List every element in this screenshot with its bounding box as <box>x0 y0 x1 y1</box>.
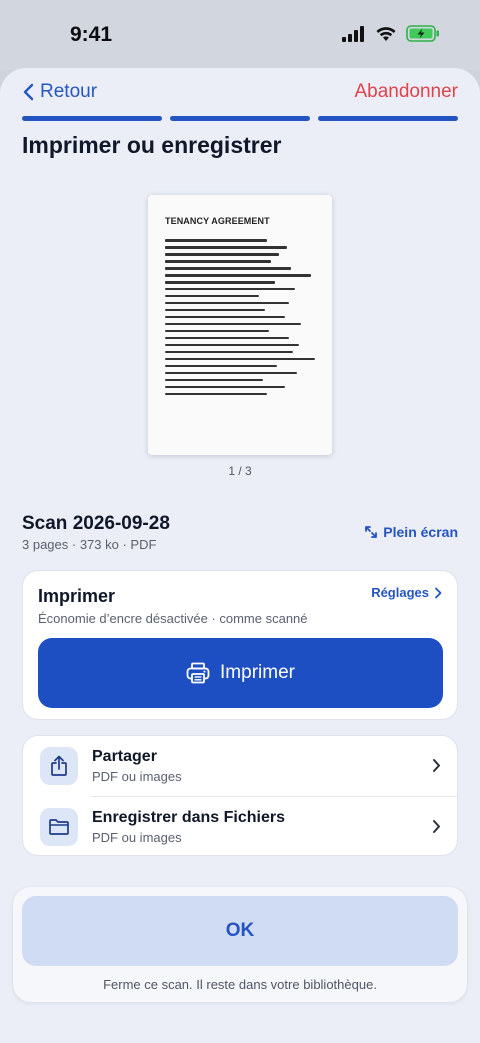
share-icon <box>51 755 67 776</box>
signal-icon <box>342 25 364 42</box>
bottom-hint: Ferme ce scan. Il reste dans votre bibli… <box>103 977 377 992</box>
print-button-label: Imprimer <box>220 662 295 683</box>
share-icon-tile <box>40 747 78 785</box>
print-subtitle: Économie d’encre désactivée · comme scan… <box>38 611 308 626</box>
printer-icon <box>186 662 210 684</box>
expand-icon <box>365 526 378 538</box>
fullscreen-label: Plein écran <box>383 524 458 540</box>
back-label: Retour <box>40 81 98 102</box>
fullscreen-button[interactable]: Plein écran <box>364 524 458 540</box>
battery-charging-icon <box>406 25 439 42</box>
chevron-right-icon <box>435 587 442 598</box>
progress-step-3 <box>318 116 458 121</box>
share-row[interactable]: Partager PDF ou images <box>23 736 457 796</box>
modal-sheet: Retour Abandonner Imprimer ou enregistre… <box>0 68 480 1043</box>
document-heading: TENANCY AGREEMENT <box>165 216 270 226</box>
settings-link[interactable]: Réglages <box>371 585 442 600</box>
save-to-files-row[interactable]: Enregistrer dans Fichiers PDF ou images <box>23 797 457 857</box>
page-counter: 1 / 3 <box>228 464 252 478</box>
progress-step-1 <box>22 116 162 121</box>
bottom-panel: OK Ferme ce scan. Il reste dans votre bi… <box>13 887 467 1002</box>
document-text-lines <box>165 239 315 400</box>
step-progress <box>22 116 458 121</box>
share-subtitle: PDF ou images <box>92 769 182 784</box>
folder-icon <box>49 819 69 835</box>
print-title: Imprimer <box>38 586 116 606</box>
chevron-left-icon <box>23 83 34 101</box>
abandon-button[interactable]: Abandonner <box>354 81 458 103</box>
document-preview[interactable]: TENANCY AGREEMENT <box>148 195 332 455</box>
status-time: 9:41 <box>70 23 113 46</box>
actions-card: Partager PDF ou images Enregistrer dans … <box>22 735 458 856</box>
chevron-right-icon <box>433 759 440 772</box>
folder-icon-tile <box>40 808 78 846</box>
back-button[interactable]: Retour <box>22 81 97 103</box>
scan-meta: 3 pages · 373 ko · PDF <box>22 537 157 552</box>
page-title: Imprimer ou enregistrer <box>22 132 282 158</box>
wifi-icon <box>376 26 396 41</box>
settings-label: Réglages <box>371 585 429 600</box>
scan-name: Scan 2026-09-28 <box>22 513 170 534</box>
status-bar: 9:41 <box>0 0 480 70</box>
chevron-right-icon <box>433 820 440 833</box>
save-to-files-title: Enregistrer dans Fichiers <box>92 809 285 826</box>
save-to-files-subtitle: PDF ou images <box>92 830 182 845</box>
status-icons <box>342 25 440 42</box>
print-button[interactable]: Imprimer <box>38 638 443 708</box>
print-card: Imprimer Économie d’encre désactivée · c… <box>22 570 458 720</box>
share-title: Partager <box>92 748 157 765</box>
progress-step-2 <box>170 116 310 121</box>
ok-button[interactable]: OK <box>22 896 458 966</box>
